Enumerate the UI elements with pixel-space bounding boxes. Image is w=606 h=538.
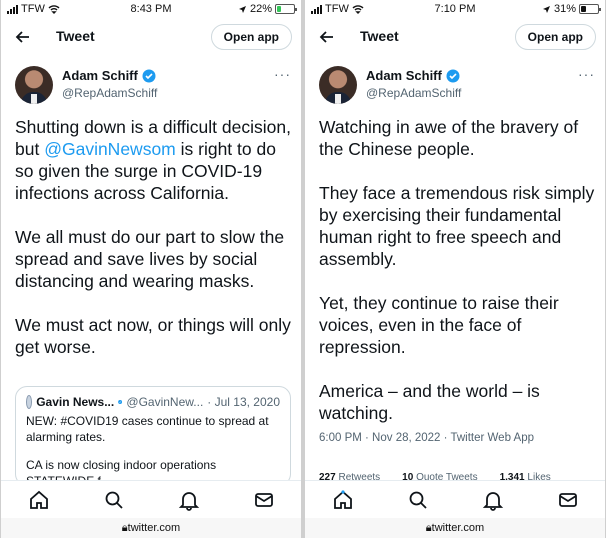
- status-bar: TFW 7:10 PM 31%: [305, 0, 605, 18]
- left-screenshot: TFW 8:43 PM 22% Tweet Open app Adam Schi…: [1, 0, 301, 538]
- back-arrow-icon[interactable]: [13, 27, 33, 47]
- bottom-nav: [1, 480, 301, 518]
- quote-author-handle: @GavinNew...: [126, 395, 204, 409]
- avatar[interactable]: [319, 66, 357, 104]
- tweet-paragraph: They face a tremendous risk simply by ex…: [319, 183, 595, 269]
- messages-mail-icon[interactable]: [557, 489, 579, 511]
- tweet-paragraph: Yet, they continue to raise their voices…: [319, 293, 559, 357]
- tweet-paragraph: We must act now, or things will only get…: [15, 315, 291, 357]
- author-name[interactable]: Adam Schiff: [62, 68, 138, 83]
- battery-percent: 31%: [553, 3, 576, 15]
- quote-date: · Jul 13, 2020: [207, 395, 280, 409]
- tweet-author: Adam Schiff @RepAdamSchiff ···: [319, 66, 595, 106]
- verified-badge-icon: [446, 69, 460, 82]
- tweet-paragraph: America – and the world – is watching.: [319, 381, 540, 423]
- search-icon[interactable]: [103, 489, 125, 511]
- avatar[interactable]: [15, 66, 53, 104]
- right-screenshot: TFW 7:10 PM 31% Tweet Open app Adam Schi…: [305, 0, 605, 538]
- battery-percent: 22%: [249, 3, 272, 15]
- more-icon[interactable]: ···: [578, 66, 595, 82]
- browser-url-bar[interactable]: 🔒︎twitter.com: [1, 518, 301, 538]
- notifications-bell-icon[interactable]: [482, 489, 504, 511]
- tweet-paragraph: Watching in awe of the bravery of the Ch…: [319, 117, 579, 159]
- location-arrow-icon: [542, 5, 550, 13]
- tweet-text: Shutting down is a difficult decision, b…: [15, 116, 293, 380]
- back-arrow-icon[interactable]: [317, 27, 337, 47]
- quote-author-name: Gavin News...: [36, 395, 115, 409]
- browser-url-bar[interactable]: 🔒︎twitter.com: [305, 518, 605, 538]
- page-title: Tweet: [360, 28, 399, 44]
- quote-paragraph: NEW: #COVID19 cases continue to spread a…: [26, 414, 269, 444]
- battery-icon: [275, 4, 297, 14]
- messages-mail-icon[interactable]: [253, 489, 275, 511]
- tweet-author: Adam Schiff @RepAdamSchiff ···: [15, 66, 291, 106]
- tweet-text: Watching in awe of the bravery of the Ch…: [319, 116, 597, 446]
- more-icon[interactable]: ···: [274, 66, 291, 82]
- quote-avatar: [26, 395, 33, 409]
- home-icon[interactable]: [332, 489, 354, 511]
- top-bar: Tweet Open app: [1, 22, 301, 52]
- author-handle[interactable]: @RepAdamSchiff: [62, 86, 157, 100]
- search-icon[interactable]: [407, 489, 429, 511]
- author-handle[interactable]: @RepAdamSchiff: [366, 86, 461, 100]
- author-name[interactable]: Adam Schiff: [366, 68, 442, 83]
- status-bar: TFW 8:43 PM 22%: [1, 0, 301, 18]
- quoted-tweet[interactable]: Gavin News... @GavinNew... · Jul 13, 202…: [15, 386, 291, 486]
- open-app-button[interactable]: Open app: [210, 24, 292, 50]
- notifications-bell-icon[interactable]: [178, 489, 200, 511]
- url-text: twitter.com: [431, 522, 485, 534]
- verified-badge-icon: [142, 69, 156, 82]
- home-icon[interactable]: [28, 489, 50, 511]
- tweet-meta: 6:00 PM · Nov 28, 2022 · Twitter Web App: [319, 432, 534, 444]
- location-arrow-icon: [238, 5, 246, 13]
- bottom-nav: [305, 480, 605, 518]
- mention-link[interactable]: @GavinNewsom: [44, 139, 176, 159]
- page-title: Tweet: [56, 28, 95, 44]
- url-text: twitter.com: [127, 522, 181, 534]
- top-bar: Tweet Open app: [305, 22, 605, 52]
- tweet-paragraph: Shutting down is a difficult decision, b…: [15, 116, 293, 204]
- verified-badge-icon: [118, 400, 123, 404]
- battery-icon: [579, 4, 601, 14]
- open-app-button[interactable]: Open app: [514, 24, 596, 50]
- tweet-paragraph: We all must do our part to slow the spre…: [15, 227, 285, 291]
